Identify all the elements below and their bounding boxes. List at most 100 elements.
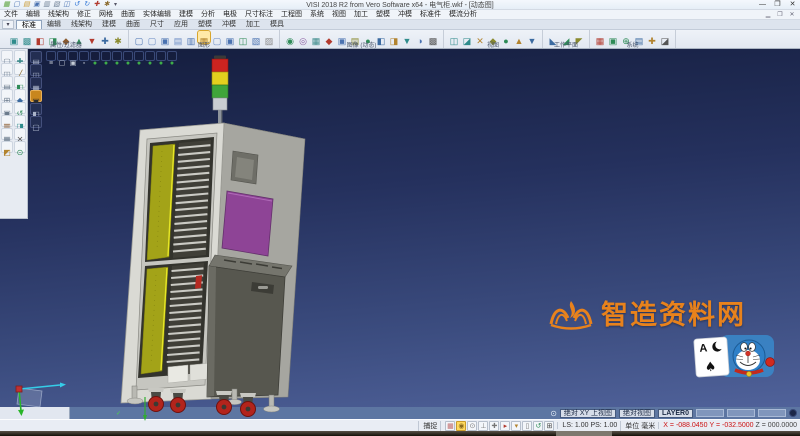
ribbon-icon[interactable]: ▣ [224,31,236,43]
quick-access-icon[interactable]: ▦ [2,1,11,9]
quick-access-icon[interactable]: ▥ [42,1,51,9]
menu-item[interactable]: 尺寸标注 [241,10,277,20]
palette-icon[interactable]: ▤ [30,51,42,63]
snap-toggle-icon[interactable]: ↺ [533,421,543,431]
ribbon-icon[interactable]: ▤ [172,31,184,43]
ribbon-icon[interactable]: ▢ [146,31,158,43]
menu-item[interactable]: 文件 [0,10,22,20]
toolbar-tab[interactable]: 建模 [97,20,121,29]
palette-icon[interactable]: ▦ [30,77,42,89]
ribbon-icon[interactable]: ⊕ [620,31,632,43]
snap-toggle-icon[interactable]: ⊞ [544,421,554,431]
quick-access-more-icon[interactable]: ▾ [114,1,117,8]
menu-item[interactable]: 塑模 [372,10,394,20]
left-toolbar-icon[interactable]: ╱ [14,63,26,75]
menu-item[interactable]: 曲面 [117,10,139,20]
ribbon-icon[interactable]: ◉ [284,31,296,43]
menu-item[interactable]: 系统 [306,10,328,20]
snap-toggle-icon[interactable]: ⊥ [478,421,488,431]
ribbon-icon[interactable]: ▤ [349,31,361,43]
ribbon-icon[interactable]: ▤ [633,31,645,43]
ribbon-icon[interactable]: ▼ [526,31,538,43]
menu-item[interactable]: 分析 [197,10,219,20]
menu-item[interactable]: 标准件 [416,10,445,20]
quick-access-icon[interactable]: ↺ [72,1,81,9]
toolbar-tab[interactable]: 尺寸 [145,20,169,29]
ribbon-icon[interactable]: ✕ [474,31,486,43]
ribbon-icon[interactable]: ● [500,31,512,43]
ribbon-icon[interactable]: ▦ [198,31,210,43]
quick-access-icon[interactable]: ✚ [92,1,101,9]
left-toolbar-icon[interactable]: ⊙ [14,141,26,153]
toolbar-tab[interactable]: 塑模 [193,20,217,29]
ribbon-icon[interactable]: ◣ [547,31,559,43]
snap-toggle-icon[interactable]: ▸ [500,421,510,431]
palette-icon[interactable]: ▣ [30,90,42,102]
viewport-toolbar-icon[interactable]: ▣ [68,51,78,61]
left-toolbar-icon[interactable]: ◧ [14,76,26,88]
ribbon-icon[interactable]: ▥ [185,31,197,43]
viewport-toolbar-icon[interactable]: ▫ [79,51,89,61]
left-toolbar-icon[interactable]: ▢ [1,50,13,62]
toolbar-tab[interactable]: 冲模 [217,20,241,29]
viewport-toolbar-icon[interactable]: ● [90,51,100,61]
menu-item[interactable]: 工程图 [277,10,306,20]
ribbon-icon[interactable]: ◆ [60,31,72,43]
ribbon-icon[interactable]: ◎ [297,31,309,43]
minimize-button[interactable]: — [755,0,770,9]
view-mode-field[interactable]: 绝对 XY 上视图 [560,409,616,418]
3d-viewport-canvas[interactable]: ≡▢▣▫●●●●●●●● ▤◫▦▣◧▢ [0,49,800,407]
maximize-button[interactable]: ❐ [770,0,785,9]
ribbon-icon[interactable]: ▼ [401,31,413,43]
left-toolbar-icon[interactable]: ▦ [1,128,13,140]
ribbon-icon[interactable]: ▩ [21,31,33,43]
menu-item[interactable]: 模流分析 [445,10,481,20]
units-value[interactable]: 毫米 [641,421,655,431]
ribbon-icon[interactable]: ▩ [427,31,439,43]
snap-toggle-icon[interactable]: ▦ [445,421,455,431]
ribbon-icon[interactable]: ▢ [211,31,223,43]
menu-item[interactable]: 编辑 [22,10,44,20]
left-toolbar-icon[interactable]: ◆ [14,89,26,101]
status-color-block[interactable] [758,409,786,417]
quick-access-icon[interactable]: ▣ [32,1,41,9]
menu-item[interactable]: 修正 [73,10,95,20]
snap-toggle-icon[interactable]: ✚ [489,421,499,431]
ribbon-icon[interactable]: ◪ [659,31,671,43]
toolbar-tab[interactable]: 加工 [241,20,265,29]
snap-toggle-icon[interactable]: ▯ [522,421,532,431]
close-button[interactable]: ✕ [785,0,800,9]
layer-field[interactable]: LAYER0 [658,409,693,418]
menu-item[interactable]: 电极 [219,10,241,20]
toolbar-tab[interactable]: 曲面 [121,20,145,29]
status-color-dot[interactable] [789,409,797,417]
left-toolbar-icon[interactable]: ◫ [1,63,13,75]
snap-toggle-icon[interactable]: ▾ [511,421,521,431]
ribbon-icon[interactable]: ✚ [646,31,658,43]
ribbon-icon[interactable]: ▨ [263,31,275,43]
ribbon-icon[interactable]: ▣ [159,31,171,43]
left-toolbar-icon[interactable]: ✕ [14,128,26,140]
ribbon-icon[interactable]: ◨ [388,31,400,43]
ribbon-icon[interactable]: ▲ [73,31,85,43]
ribbon-icon[interactable]: ◨ [47,31,59,43]
ribbon-icon[interactable]: ◪ [461,31,473,43]
ribbon-icon[interactable]: ▣ [8,31,20,43]
viewport-toolbar-icon[interactable]: ● [101,51,111,61]
ribbon-icon[interactable]: ◫ [448,31,460,43]
ribbon-icon[interactable]: ▼ [86,31,98,43]
palette-icon[interactable]: ▢ [30,116,42,128]
menu-item[interactable]: 网格 [95,10,117,20]
ribbon-icon[interactable]: ◧ [375,31,387,43]
tab-more-icon[interactable]: ▾ [2,20,14,29]
menu-item[interactable]: 冲模 [394,10,416,20]
status-color-block[interactable] [696,409,724,417]
snap-toggle-icon[interactable]: ◉ [456,421,466,431]
quick-access-icon[interactable]: ▢ [12,1,21,9]
toolbar-tab[interactable]: 标准 [16,20,42,29]
ribbon-icon[interactable]: ✚ [99,31,111,43]
viewport-toolbar-icon[interactable]: ≡ [46,51,56,61]
menu-item[interactable]: 视图 [328,10,350,20]
view-reference-field[interactable]: 绝对视图 [619,409,655,418]
toolbar-tab[interactable]: 线架构 [66,20,97,29]
